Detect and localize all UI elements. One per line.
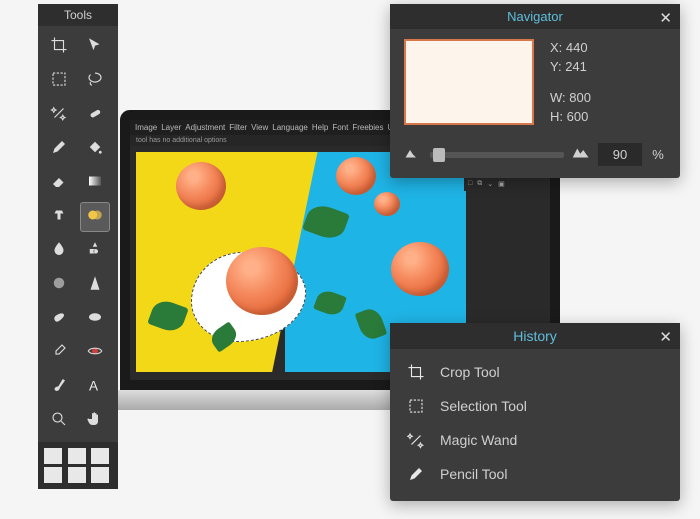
menu-item[interactable]: Filter bbox=[229, 123, 247, 132]
pencil-tool[interactable] bbox=[44, 134, 74, 164]
magic-wand-tool[interactable] bbox=[44, 100, 74, 130]
swatch[interactable] bbox=[68, 448, 86, 464]
history-item[interactable]: Pencil Tool bbox=[402, 457, 668, 491]
sponge-tool[interactable] bbox=[80, 304, 110, 334]
clone-stamp-icon bbox=[50, 206, 68, 229]
svg-text:A: A bbox=[89, 378, 98, 393]
menu-item[interactable]: Layer bbox=[161, 123, 181, 132]
navigator-title: Navigator ✕ bbox=[390, 4, 680, 29]
paint-bucket-icon bbox=[86, 138, 104, 161]
gradient-tool[interactable] bbox=[80, 168, 110, 198]
pencil-icon bbox=[50, 138, 68, 161]
menu-item[interactable]: Adjustment bbox=[185, 123, 225, 132]
red-eye-icon bbox=[86, 342, 104, 365]
swatch[interactable] bbox=[44, 448, 62, 464]
eyedropper-tool[interactable] bbox=[44, 338, 74, 368]
history-title: History ✕ bbox=[390, 323, 680, 349]
brush-icon bbox=[50, 376, 68, 399]
smudge-icon bbox=[50, 308, 68, 331]
menu-item[interactable]: Freebies bbox=[352, 123, 383, 132]
marquee-tool[interactable] bbox=[44, 66, 74, 96]
marquee-icon bbox=[50, 70, 68, 93]
rose-graphic bbox=[226, 247, 298, 315]
zoom-value[interactable]: 90 bbox=[598, 143, 642, 166]
sharpen-icon bbox=[86, 274, 104, 297]
lasso-tool[interactable] bbox=[80, 66, 110, 96]
magic-wand-icon bbox=[50, 104, 68, 127]
drop-icon bbox=[50, 240, 68, 263]
smudge-tool[interactable] bbox=[44, 304, 74, 334]
menu-item[interactable]: Font bbox=[332, 123, 348, 132]
swatch[interactable] bbox=[91, 448, 109, 464]
history-item[interactable]: Crop Tool bbox=[402, 355, 668, 389]
swatches[interactable] bbox=[38, 442, 118, 489]
menu-item[interactable]: View bbox=[251, 123, 268, 132]
zoom-icon bbox=[50, 410, 68, 433]
rose-graphic bbox=[176, 162, 226, 210]
blur-tool[interactable] bbox=[44, 270, 74, 300]
rose-graphic bbox=[391, 242, 449, 296]
menu-item[interactable]: Image bbox=[135, 123, 157, 132]
swatch[interactable] bbox=[44, 467, 62, 483]
navigator-panel[interactable]: Navigator ✕ X: 440 Y: 241 W: 800 H: 600 … bbox=[390, 4, 680, 178]
lasso-icon bbox=[86, 70, 104, 93]
history-label: Pencil Tool bbox=[440, 466, 507, 482]
drop-tool[interactable] bbox=[44, 236, 74, 266]
close-icon[interactable]: ✕ bbox=[659, 328, 672, 346]
move-icon bbox=[86, 36, 104, 59]
rose-graphic bbox=[336, 157, 376, 195]
history-label: Magic Wand bbox=[440, 432, 517, 448]
clone-stamp-tool[interactable] bbox=[44, 202, 74, 232]
zoom-out-mountains-icon[interactable] bbox=[404, 146, 422, 163]
sponge-icon bbox=[86, 308, 104, 331]
close-icon[interactable]: ✕ bbox=[659, 9, 672, 27]
menu-item[interactable]: Language bbox=[272, 123, 308, 132]
brush-tool[interactable] bbox=[44, 372, 74, 402]
swatch[interactable] bbox=[91, 467, 109, 483]
zoom-tool[interactable] bbox=[44, 406, 74, 436]
history-label: Selection Tool bbox=[440, 398, 527, 414]
eraser-icon bbox=[50, 172, 68, 195]
red-eye-tool[interactable] bbox=[80, 338, 110, 368]
percent-label: % bbox=[650, 147, 666, 162]
zoom-slider[interactable] bbox=[430, 152, 564, 158]
move-tool[interactable] bbox=[80, 32, 110, 62]
hand-icon bbox=[86, 410, 104, 433]
navigator-preview[interactable] bbox=[404, 39, 534, 125]
gradient-icon bbox=[86, 172, 104, 195]
tools-panel[interactable]: Tools A bbox=[38, 4, 118, 489]
eraser-tool[interactable] bbox=[44, 168, 74, 198]
pencil-icon bbox=[406, 464, 426, 484]
blend-icon bbox=[86, 206, 104, 229]
history-item[interactable]: Selection Tool bbox=[402, 389, 668, 423]
crop-icon bbox=[50, 36, 68, 59]
blur-icon bbox=[50, 274, 68, 297]
hand-tool[interactable] bbox=[80, 406, 110, 436]
rose-graphic bbox=[374, 192, 400, 216]
eyedropper-icon bbox=[50, 342, 68, 365]
healing-tool[interactable] bbox=[80, 100, 110, 130]
blend-tool[interactable] bbox=[80, 202, 110, 232]
history-panel[interactable]: History ✕ Crop Tool Selection Tool Magic W… bbox=[390, 323, 680, 501]
menu-item[interactable]: Help bbox=[312, 123, 328, 132]
text-icon: A bbox=[86, 376, 104, 399]
swatch[interactable] bbox=[68, 467, 86, 483]
history-label: Crop Tool bbox=[440, 364, 500, 380]
layer-controls[interactable]: □⧉⌄▣ bbox=[464, 177, 544, 191]
navigator-coords: X: 440 Y: 241 W: 800 H: 600 bbox=[550, 39, 591, 125]
wand-icon bbox=[406, 430, 426, 450]
crop-icon bbox=[406, 362, 426, 382]
shape-icon bbox=[86, 240, 104, 263]
shape-tool[interactable] bbox=[80, 236, 110, 266]
zoom-in-mountains-icon[interactable] bbox=[572, 146, 590, 163]
tools-title: Tools bbox=[38, 4, 118, 26]
healing-icon bbox=[86, 104, 104, 127]
marquee-icon bbox=[406, 396, 426, 416]
history-item[interactable]: Magic Wand bbox=[402, 423, 668, 457]
text-tool[interactable]: A bbox=[80, 372, 110, 402]
zoom-handle[interactable] bbox=[433, 148, 445, 162]
crop-tool[interactable] bbox=[44, 32, 74, 62]
paint-bucket-tool[interactable] bbox=[80, 134, 110, 164]
sharpen-tool[interactable] bbox=[80, 270, 110, 300]
